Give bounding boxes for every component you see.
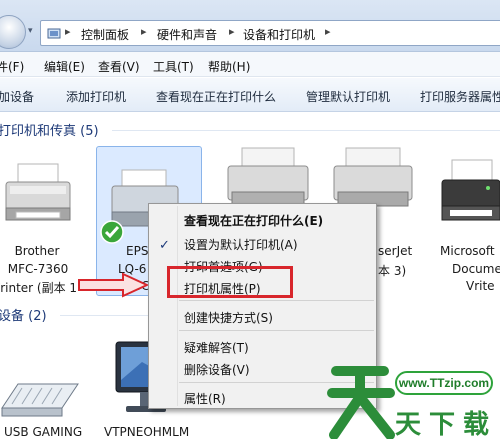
menu-file[interactable]: 件(F) xyxy=(0,58,24,75)
printer-icon[interactable] xyxy=(2,162,74,230)
printer-label: serJet xyxy=(378,244,413,258)
manage-default-printers-button[interactable]: 管理默认打印机 xyxy=(306,88,390,105)
printer-label: Docume xyxy=(452,262,500,276)
menu-separator xyxy=(179,300,374,301)
menu-gutter xyxy=(177,206,178,406)
printer-icon[interactable] xyxy=(222,146,314,210)
print-server-properties-button[interactable]: 打印服务器属性 xyxy=(420,88,500,105)
keyboard-icon[interactable] xyxy=(0,378,80,422)
menu-bar: 件(F) 编辑(E) 查看(V) 工具(T) 帮助(H) xyxy=(0,52,500,77)
printer-label: Microsoft xyxy=(440,244,495,258)
see-whats-printing-button[interactable]: 查看现在正在打印什么 xyxy=(156,88,276,105)
add-device-button[interactable]: 加设备 xyxy=(0,88,34,105)
highlight-box xyxy=(167,266,293,298)
breadcrumb-hardware-sound[interactable]: 硬件和声音 xyxy=(157,26,217,43)
address-bar: ▾ ▸ 控制面板 ▸ 硬件和声音 ▸ 设备和打印机 ▸ xyxy=(0,0,500,52)
default-check-icon xyxy=(100,220,124,244)
breadcrumb-separator[interactable]: ▸ xyxy=(229,25,235,38)
watermark-name: 天下载 xyxy=(395,410,498,439)
printer-label: Vrite xyxy=(466,279,495,293)
checkmark-icon: ✓ xyxy=(159,238,170,253)
command-bar: 加设备 添加打印机 查看现在正在打印什么 管理默认打印机 打印服务器属性 xyxy=(0,78,500,112)
device-label: VTPNEOHMLM xyxy=(104,425,190,439)
device-label: USB GAMING xyxy=(4,425,83,439)
printer-label: MFC-7360 xyxy=(7,262,69,276)
printer-icon[interactable] xyxy=(440,158,500,228)
menu-edit[interactable]: 编辑(E) xyxy=(44,58,85,75)
menu-item-see-whats-printing[interactable]: 查看现在正在打印什么(E) xyxy=(184,212,323,229)
add-printer-button[interactable]: 添加打印机 xyxy=(66,88,126,105)
menu-separator xyxy=(179,330,374,331)
devices-group-header[interactable]: 设备 (2) xyxy=(0,305,47,324)
group-divider xyxy=(112,130,500,131)
menu-item-create-shortcut[interactable]: 创建快捷方式(S) xyxy=(184,309,273,326)
breadcrumb-separator[interactable]: ▸ xyxy=(325,25,331,38)
menu-help[interactable]: 帮助(H) xyxy=(208,58,250,75)
menu-item-remove-device[interactable]: 删除设备(V) xyxy=(184,361,250,378)
menu-item-set-default-printer[interactable]: 设置为默认打印机(A) xyxy=(184,236,298,253)
menu-item-properties[interactable]: 属性(R) xyxy=(184,390,226,407)
printer-label: Vrinter (副本 1 xyxy=(0,281,78,295)
red-arrow-icon xyxy=(78,272,149,298)
watermark-url: www.TTzip.com xyxy=(395,371,493,395)
breadcrumb-devices-printers[interactable]: 设备和打印机 xyxy=(243,26,315,43)
menu-tools[interactable]: 工具(T) xyxy=(153,58,194,75)
control-panel-icon xyxy=(47,28,61,39)
breadcrumb-separator[interactable]: ▸ xyxy=(65,25,71,38)
menu-view[interactable]: 查看(V) xyxy=(98,58,140,75)
breadcrumb-separator[interactable]: ▸ xyxy=(141,25,147,38)
printer-label: 本 3) xyxy=(378,264,407,278)
printer-label: Brother xyxy=(14,244,60,258)
menu-item-troubleshoot[interactable]: 疑难解答(T) xyxy=(184,339,249,356)
back-button[interactable] xyxy=(0,15,26,49)
breadcrumb[interactable]: ▸ 控制面板 ▸ 硬件和声音 ▸ 设备和打印机 ▸ xyxy=(40,20,500,46)
chevron-down-icon[interactable]: ▾ xyxy=(28,26,33,36)
group-divider xyxy=(60,315,148,316)
breadcrumb-control-panel[interactable]: 控制面板 xyxy=(81,26,129,43)
printers-group-header[interactable]: 打印机和传真 (5) xyxy=(0,120,99,139)
printer-label: EPS xyxy=(126,244,149,258)
